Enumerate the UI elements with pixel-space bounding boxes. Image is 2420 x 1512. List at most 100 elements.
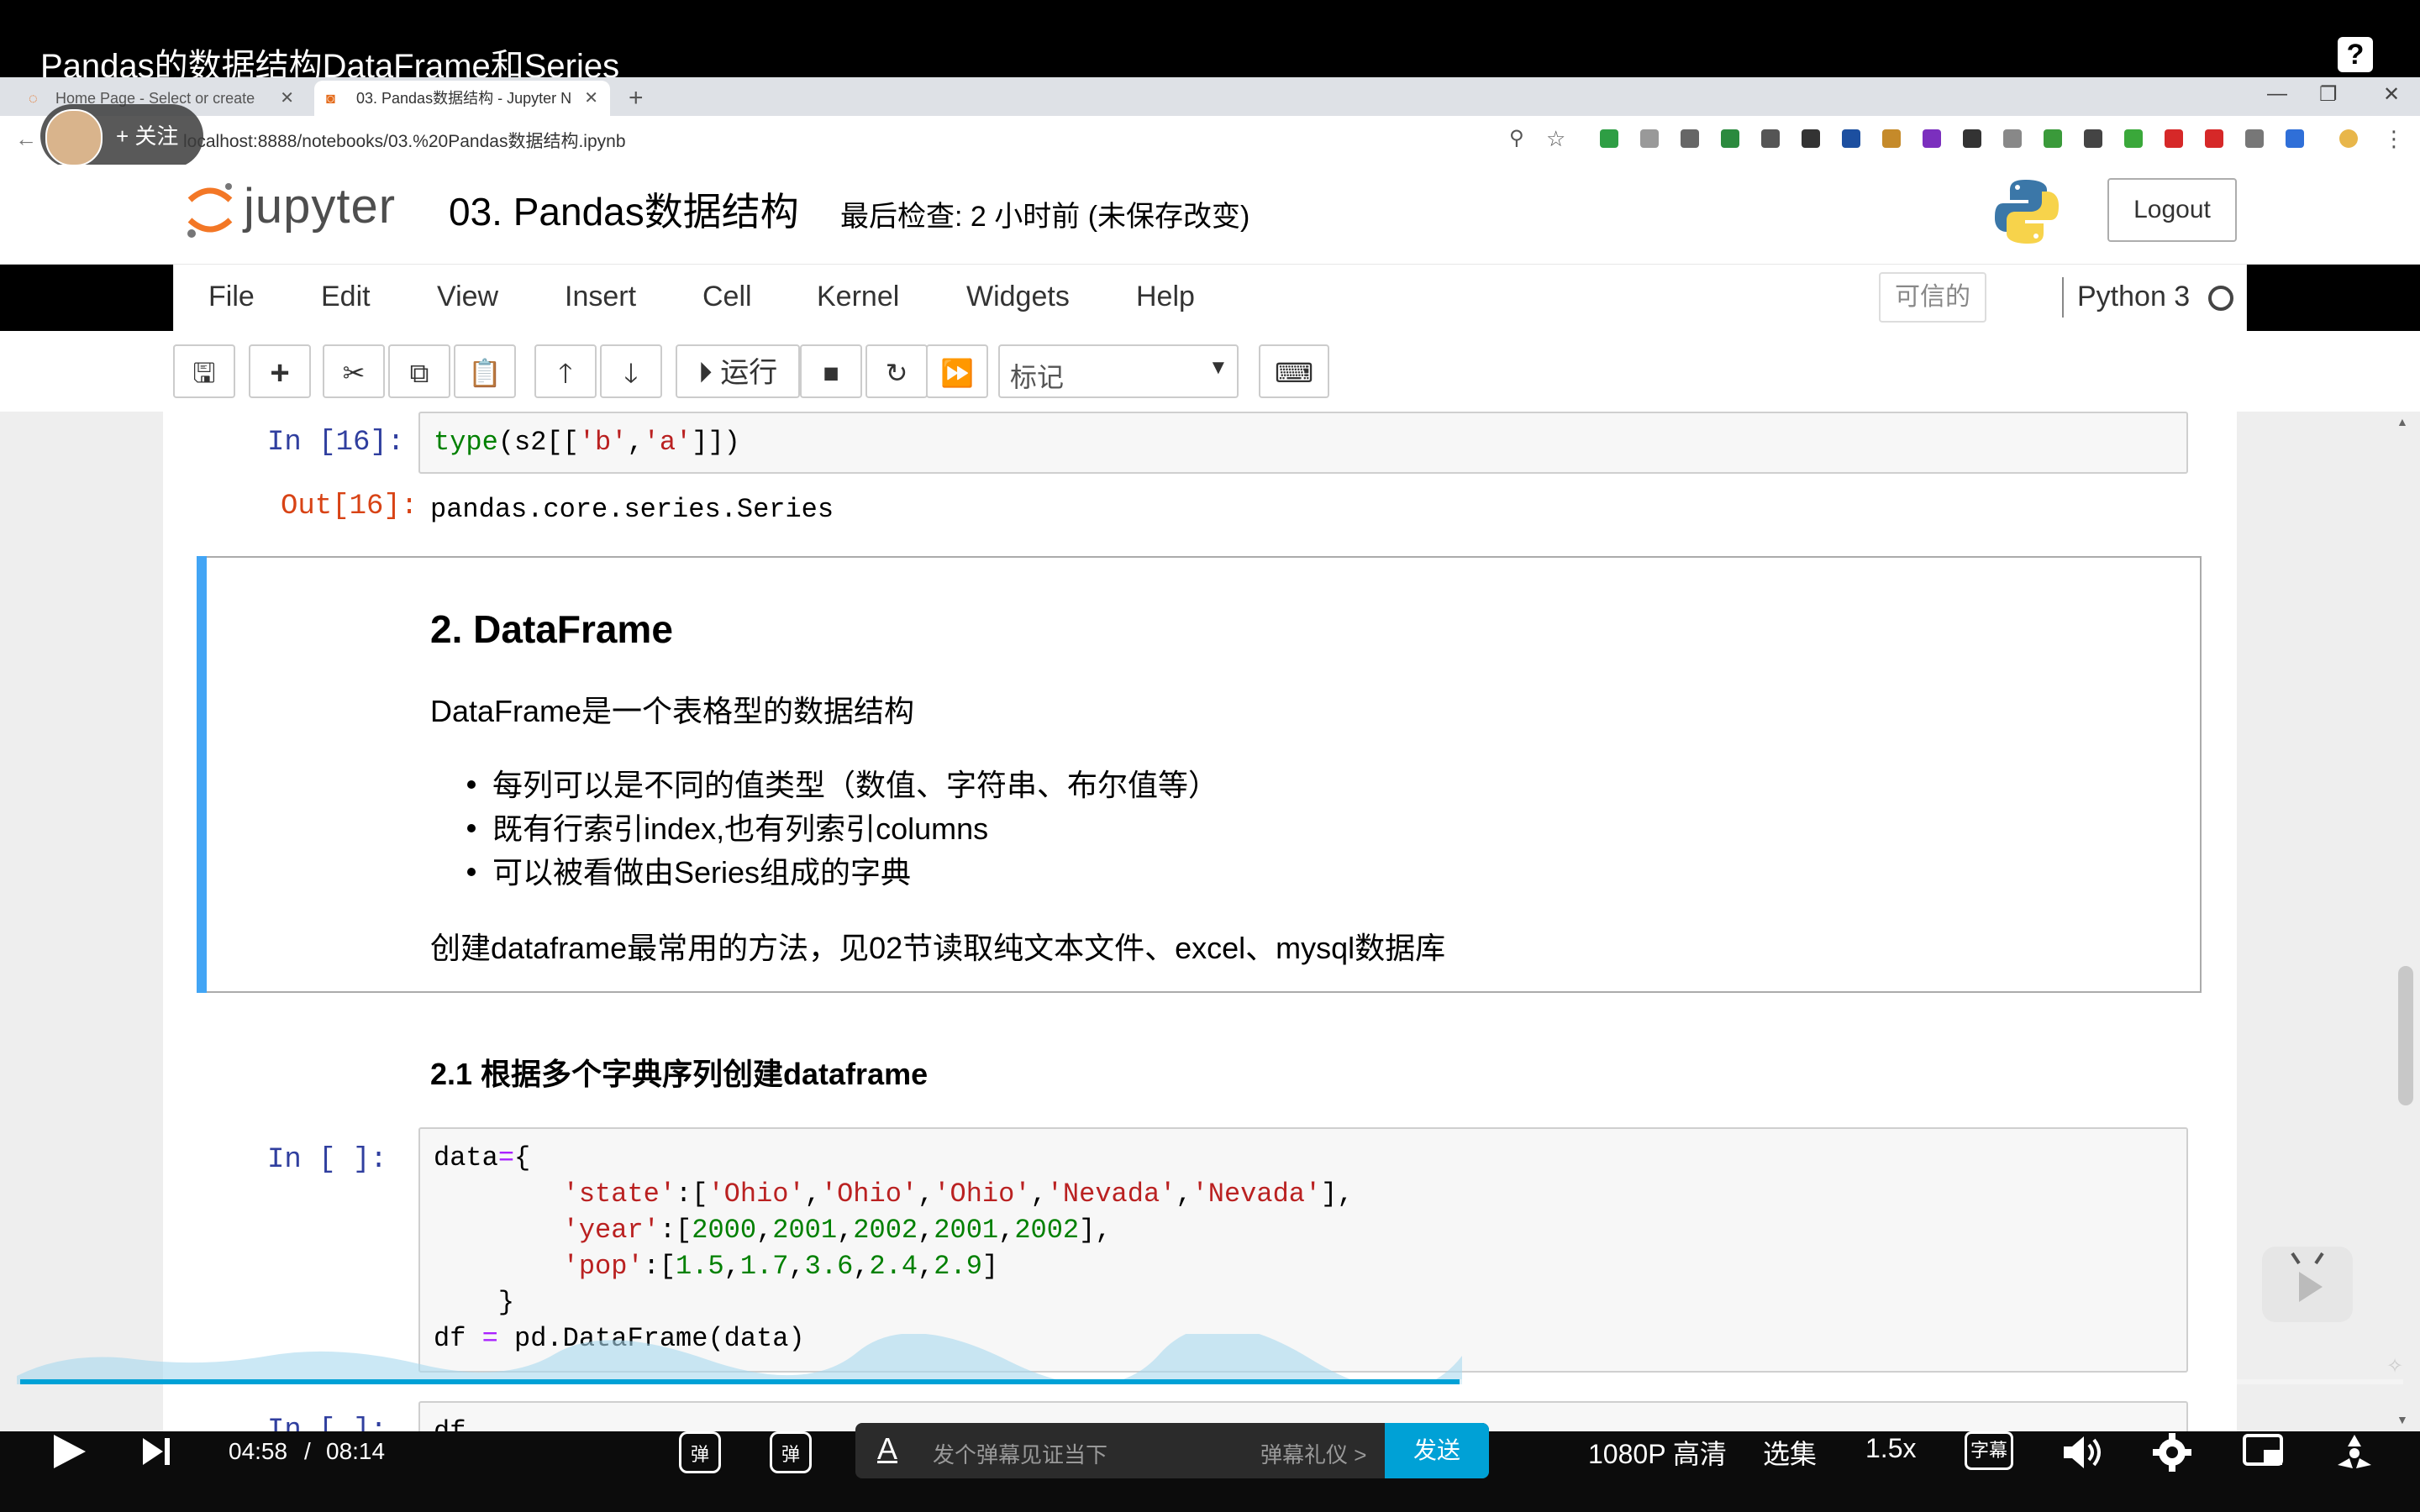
jupyter-logo-icon[interactable] xyxy=(183,178,237,242)
browser-tab-notebook[interactable]: ◙ 03. Pandas数据结构 - Jupyter N ✕ xyxy=(314,81,610,116)
cell-output-prompt: Out[16]: xyxy=(281,491,418,522)
time-current: 04:58 xyxy=(229,1438,288,1464)
copy-button[interactable]: ⧉ xyxy=(388,344,450,398)
danmaku-input[interactable]: 发个弹幕见证当下 xyxy=(933,1438,1107,1469)
zoom-icon[interactable]: ⚲ xyxy=(1509,126,1524,150)
play-icon xyxy=(2291,1252,2324,1302)
puzzle-extension-icon[interactable] xyxy=(2044,129,2062,148)
selenium-extension-icon[interactable] xyxy=(2084,129,2102,148)
notebook-title[interactable]: 03. Pandas数据结构 xyxy=(449,181,799,237)
danmaku-settings-icon[interactable]: 弹 xyxy=(770,1431,812,1473)
stop-icon: ■ xyxy=(823,358,839,388)
arrow-up-icon: 🡑 xyxy=(558,358,573,388)
speed-select[interactable]: 1.5x xyxy=(1865,1433,1916,1464)
cut-button[interactable]: ✂ xyxy=(323,344,385,398)
regex-extension-icon[interactable] xyxy=(1923,129,1941,148)
menu-file[interactable]: File xyxy=(208,281,255,313)
profile-avatar-icon[interactable] xyxy=(2339,129,2358,148)
kernel-divider xyxy=(2062,277,2064,318)
menu-cell[interactable]: Cell xyxy=(702,281,752,313)
send-button[interactable]: 发送 xyxy=(1385,1423,1489,1478)
move-up-button[interactable]: 🡑 xyxy=(534,344,597,398)
red-extension-icon[interactable] xyxy=(2165,129,2183,148)
cookie-extension-icon[interactable] xyxy=(1882,129,1901,148)
subtitle-icon[interactable]: 字幕 xyxy=(1965,1431,2013,1470)
back-arrow-icon[interactable]: ← xyxy=(15,126,37,152)
danmaku-etiquette-link[interactable]: 弹幕礼仪 > xyxy=(1260,1438,1366,1469)
bookmark-star-icon[interactable]: ☆ xyxy=(1546,126,1565,152)
recycle-extension-icon[interactable] xyxy=(1761,129,1780,148)
volume-icon[interactable] xyxy=(2060,1431,2104,1473)
url-field[interactable]: localhost:8888/notebooks/03.%20Pandas数据结… xyxy=(183,128,626,153)
scroll-up-icon[interactable]: ▲ xyxy=(2396,415,2408,428)
command-palette-button[interactable]: ⌨ xyxy=(1259,344,1329,398)
menu-widgets[interactable]: Widgets xyxy=(966,281,1070,313)
adblock-extension-icon[interactable] xyxy=(2205,129,2223,148)
save-icon: 🖫 xyxy=(192,358,216,388)
cell-type-select[interactable]: 标记 xyxy=(998,344,1239,398)
close-icon[interactable]: ✕ xyxy=(584,81,598,116)
play-icon[interactable] xyxy=(47,1428,91,1475)
danmaku-toggle-icon[interactable]: 弹 xyxy=(679,1431,721,1473)
run-button[interactable]: ⏵ 运行 xyxy=(676,344,800,398)
quality-select[interactable]: 1080P 高清 xyxy=(1588,1433,1727,1472)
next-icon[interactable] xyxy=(139,1433,173,1470)
window-close-icon[interactable]: ✕ xyxy=(2383,82,2400,107)
pip-icon[interactable] xyxy=(2242,1431,2286,1470)
menu-help[interactable]: Help xyxy=(1136,281,1195,313)
markdown-subheading: 2.1 根据多个字典序列创建dataframe xyxy=(430,1057,929,1091)
uploader-avatar[interactable] xyxy=(45,109,103,166)
close-icon[interactable]: ✕ xyxy=(280,81,294,116)
translate-extension-icon[interactable] xyxy=(2286,129,2304,148)
help-icon[interactable]: ? xyxy=(2338,37,2373,72)
markdown-paragraph: 创建dataframe最常用的方法，见02节读取纯文本文件、excel、mysq… xyxy=(430,931,1446,965)
selected-cell-indicator xyxy=(197,556,207,993)
m-extension-icon[interactable] xyxy=(1802,129,1820,148)
mini-player-button[interactable] xyxy=(2262,1247,2353,1322)
trusted-badge[interactable]: 可信的 xyxy=(1879,272,1986,323)
interrupt-button[interactable]: ■ xyxy=(800,344,862,398)
danmaku-style-icon[interactable]: A xyxy=(877,1431,897,1467)
scrollbar-thumb[interactable] xyxy=(2398,966,2413,1105)
settings-gear-icon[interactable] xyxy=(2151,1431,2193,1473)
logout-button[interactable]: Logout xyxy=(2107,178,2237,242)
save-button[interactable]: 🖫 xyxy=(173,344,235,398)
pin-icon[interactable]: ✧ xyxy=(2386,1354,2403,1378)
k-extension-icon[interactable] xyxy=(2124,129,2143,148)
episodes-button[interactable]: 选集 xyxy=(1763,1433,1817,1472)
new-tab-icon[interactable]: + xyxy=(629,81,644,116)
move-down-button[interactable]: 🡓 xyxy=(600,344,662,398)
menu-view[interactable]: View xyxy=(437,281,498,313)
restore-icon[interactable]: ❐ xyxy=(2319,82,2338,107)
restart-button[interactable]: ↻ xyxy=(865,344,928,398)
insert-cell-button[interactable]: + xyxy=(249,344,311,398)
menu-edit[interactable]: Edit xyxy=(321,281,371,313)
code-line: type(s2[['b','a']]) xyxy=(434,427,740,458)
shield-extension-icon[interactable] xyxy=(1640,129,1659,148)
a-extension-icon[interactable] xyxy=(2245,129,2264,148)
code-cell-input[interactable]: type(s2[['b','a']]) xyxy=(418,412,2188,474)
browser-tab-label: 03. Pandas数据结构 - Jupyter N xyxy=(356,90,572,107)
list-item: 每列可以是不同的值类型（数值、字符串、布尔值等） xyxy=(492,768,1219,802)
restart-run-all-button[interactable]: ⏩ xyxy=(926,344,988,398)
keyboard-icon: ⌨ xyxy=(1274,358,1314,388)
copy-icon: ⧉ xyxy=(409,358,429,388)
scroll-down-icon[interactable]: ▼ xyxy=(2396,1413,2408,1426)
r-extension-icon[interactable] xyxy=(1963,129,1981,148)
jupyter-favicon-icon: ◙ xyxy=(326,90,335,107)
fast-forward-icon: ⏩ xyxy=(940,358,974,388)
screen-extension-icon[interactable] xyxy=(1842,129,1860,148)
menu-insert[interactable]: Insert xyxy=(565,281,636,313)
sheet-extension-icon[interactable] xyxy=(1721,129,1739,148)
minimize-icon[interactable]: — xyxy=(2267,82,2287,106)
fullscreen-icon[interactable] xyxy=(2333,1431,2376,1473)
json-extension-icon[interactable] xyxy=(1681,129,1699,148)
menu-kernel[interactable]: Kernel xyxy=(817,281,899,313)
browser-menu-icon[interactable]: ⋮ xyxy=(2383,126,2405,152)
paste-button[interactable]: 📋 xyxy=(454,344,516,398)
kernel-name[interactable]: Python 3 xyxy=(2077,281,2190,313)
jupyter-wordmark[interactable]: jupyter xyxy=(244,178,396,234)
reader-extension-icon[interactable] xyxy=(2003,129,2022,148)
time-separator: / xyxy=(304,1438,311,1464)
evernote-extension-icon[interactable] xyxy=(1600,129,1618,148)
